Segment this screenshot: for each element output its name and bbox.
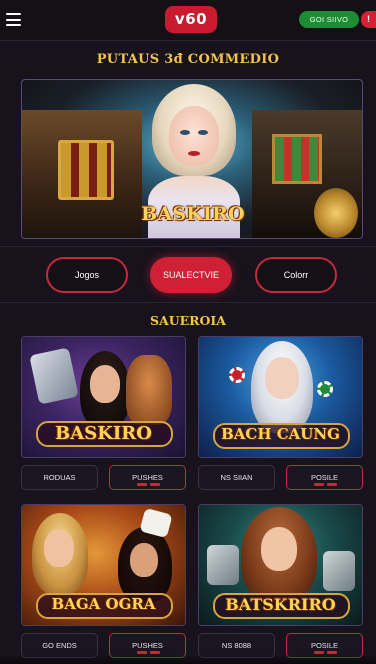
game-button-label: PUSHES bbox=[132, 641, 163, 650]
game-title: BASKIRO bbox=[55, 423, 152, 444]
game-button-label: POSILE bbox=[310, 641, 339, 650]
hero-divider bbox=[0, 246, 376, 247]
game-title: BAGA OGRA bbox=[51, 595, 156, 613]
hamburger-menu-icon[interactable] bbox=[6, 13, 21, 26]
game-card[interactable]: BAGA OGRA bbox=[21, 504, 186, 626]
signup-button[interactable]: GOI SIIVO bbox=[299, 11, 359, 28]
game-button-left[interactable]: RODUAS bbox=[21, 465, 98, 490]
tab-jogos[interactable]: Jogos bbox=[46, 257, 128, 293]
game-button-left[interactable]: NS SIIAN bbox=[198, 465, 275, 490]
tab-selective[interactable]: SUALECTVIE bbox=[150, 257, 232, 293]
game-card[interactable]: BATSKRIRO bbox=[198, 504, 363, 626]
header-divider bbox=[0, 40, 376, 41]
game-button-label: POSILE bbox=[310, 473, 339, 482]
game-button-label: PUSHES bbox=[132, 473, 163, 482]
hero-banner[interactable]: BASKIRO bbox=[21, 79, 363, 239]
game-button-right[interactable]: PUSHES bbox=[109, 465, 186, 490]
notification-badge[interactable]: ! bbox=[361, 11, 376, 28]
brand-logo[interactable]: v60 bbox=[165, 6, 217, 33]
game-card[interactable]: BASKIRO bbox=[21, 336, 186, 458]
tabs-divider bbox=[0, 302, 376, 303]
game-title: BATSKRIRO bbox=[225, 595, 336, 614]
game-button-right[interactable]: POSILE bbox=[286, 465, 363, 490]
top-bar: v60 GOI SIIVO ! bbox=[0, 0, 376, 40]
bottom-fade bbox=[0, 654, 376, 664]
page-headline: PUTAUS 3đ COMMEDIO bbox=[96, 52, 280, 67]
section-title: SAUEROIA bbox=[150, 313, 226, 328]
tab-color[interactable]: Colorr bbox=[255, 257, 337, 293]
game-title: BACH CAUNG bbox=[221, 425, 340, 443]
game-card[interactable]: BACH CAUNG bbox=[198, 336, 363, 458]
hero-title: BASKIRO bbox=[141, 203, 245, 225]
